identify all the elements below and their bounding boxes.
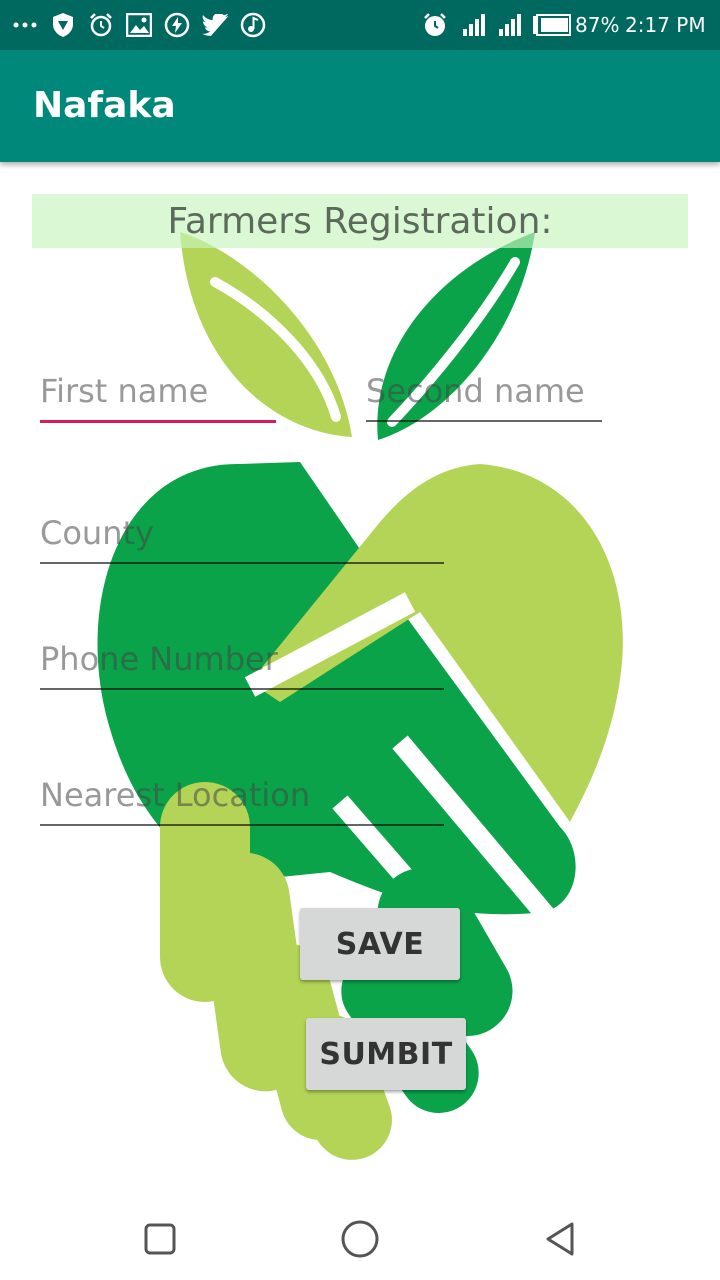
save-button[interactable]: SAVE [300, 908, 460, 980]
back-icon[interactable] [510, 1198, 610, 1280]
phone-number-input[interactable]: Phone Number [40, 640, 444, 690]
first-name-input[interactable]: First name [40, 372, 276, 423]
music-icon [240, 0, 266, 50]
signal-icon [498, 0, 524, 50]
recent-apps-icon[interactable] [110, 1198, 210, 1280]
signal-icon [462, 0, 488, 50]
form-title: Farmers Registration: [32, 194, 688, 248]
county-input[interactable]: County [40, 514, 444, 564]
second-name-input[interactable]: Second name [366, 372, 602, 422]
clock: 2:17 PM [625, 13, 706, 37]
twitter-icon [202, 0, 230, 50]
navigation-bar [0, 1198, 720, 1280]
app-bar: Nafaka [0, 50, 720, 162]
submit-button[interactable]: SUMBIT [306, 1018, 466, 1090]
nearest-location-input[interactable]: Nearest Location [40, 776, 444, 826]
image-icon [126, 0, 152, 50]
registration-screen: Farmers Registration: First name Second … [0, 162, 720, 1198]
flash-icon [164, 0, 190, 50]
status-bar: 87% 2:17 PM [0, 0, 720, 50]
app-title: Nafaka [33, 85, 176, 126]
more-dots-icon [12, 0, 38, 50]
alarm-icon [88, 0, 114, 50]
battery-percentage: 87% [575, 13, 620, 37]
battery-icon [532, 0, 572, 50]
home-icon[interactable] [310, 1198, 410, 1280]
alarm-icon [422, 0, 448, 50]
shield-icon [50, 0, 76, 50]
